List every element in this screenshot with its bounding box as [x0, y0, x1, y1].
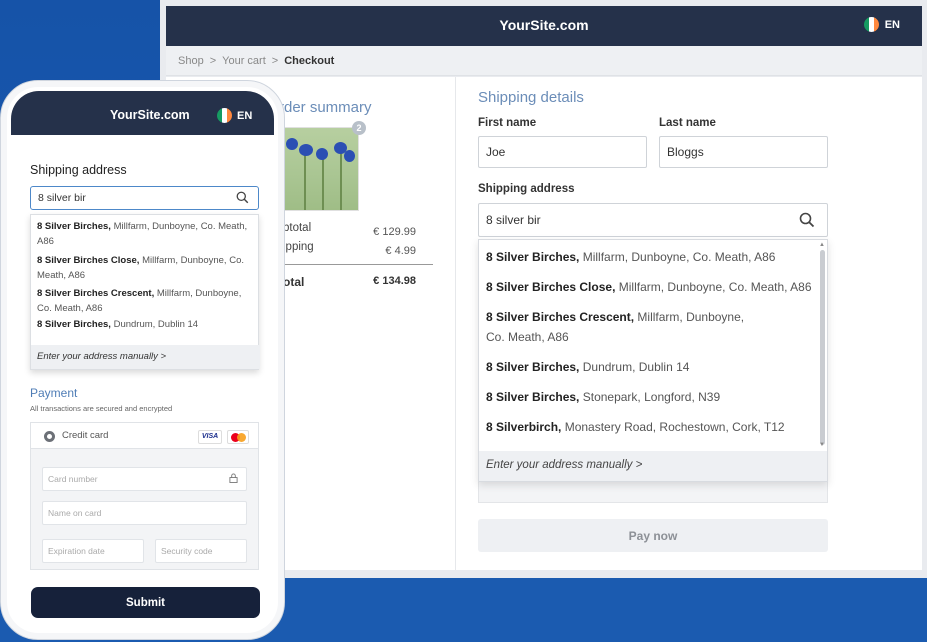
credit-card-panel: Credit card VISA Card number Name on car… [30, 422, 259, 570]
suggestion-item[interactable]: 8 Silver Birches Crescent, Millfarm, Dun… [486, 307, 744, 347]
site-title: YourSite.com [110, 108, 190, 122]
payment-note: All transactions are secured and encrypt… [30, 404, 173, 413]
address-suggestions-dropdown: 8 Silver Birches, Millfarm, Dunboyne, Co… [30, 214, 260, 370]
suggestion-item[interactable]: 8 Silver Birches Crescent, Millfarm, Dun… [37, 286, 257, 316]
language-selector[interactable]: EN [863, 17, 900, 32]
breadcrumb-checkout: Checkout [284, 54, 335, 67]
desktop-header: YourSite.com EN [166, 6, 922, 46]
chevron-right-icon: > [271, 54, 279, 67]
language-label: EN [237, 109, 253, 122]
breadcrumb-cart[interactable]: Your cart [222, 55, 266, 67]
subtotal-label: btotal [283, 222, 312, 234]
search-icon[interactable] [799, 212, 815, 228]
ireland-flag-icon [217, 108, 232, 123]
address-search-input[interactable]: 8 silver bir [30, 186, 259, 210]
suggestion-item[interactable]: 8 Silver Birches, Dundrum, Dublin 14 [486, 357, 689, 377]
suggestion-item[interactable]: 8 Silver Birches, Millfarm, Dunboyne, Co… [486, 247, 775, 267]
address-suggestions-dropdown: 8 Silver Birches, Millfarm, Dunboyne, Co… [478, 239, 828, 482]
scroll-up-icon[interactable]: ▲ [819, 242, 825, 248]
scrollbar[interactable] [820, 250, 825, 445]
lock-icon [229, 473, 238, 483]
enter-address-manually-link[interactable]: Enter your address manually > [31, 345, 260, 369]
card-number-field[interactable]: Card number [42, 467, 247, 491]
language-label: EN [884, 18, 900, 31]
first-name-label: First name [478, 117, 537, 129]
name-on-card-field[interactable]: Name on card [42, 501, 247, 525]
shipping-details-title: Shipping details [478, 89, 584, 106]
phone-frame: YourSite.com EN Shipping address 8 silve… [0, 80, 285, 640]
ireland-flag-icon [863, 17, 879, 32]
shipping-value: € 4.99 [385, 245, 416, 257]
last-name-field[interactable]: Bloggs [659, 136, 828, 168]
subtotal-value: € 129.99 [373, 226, 416, 238]
suggestion-item[interactable]: 8 Silver Birches, Millfarm, Dunboyne, Co… [37, 219, 257, 249]
suggestion-item[interactable]: 8 Silver Birches Close, Millfarm, Dunboy… [486, 277, 812, 297]
phone-header: YourSite.com EN [11, 91, 274, 135]
breadcrumb-shop[interactable]: Shop [178, 55, 204, 67]
first-name-field[interactable]: Joe [478, 136, 647, 168]
quantity-badge: 2 [352, 121, 366, 135]
total-value: € 134.98 [373, 275, 416, 287]
total-label: otal [283, 275, 305, 289]
order-summary-title: rder summary [279, 99, 372, 116]
last-name-label: Last name [659, 117, 716, 129]
payment-title: Payment [30, 386, 78, 400]
address-search-input[interactable]: 8 silver bir [478, 203, 828, 237]
visa-icon: VISA [198, 430, 222, 444]
shipping-address-label: Shipping address [478, 183, 575, 195]
pay-now-button[interactable]: Pay now [478, 519, 828, 552]
security-code-field[interactable]: Security code [155, 539, 247, 563]
site-title: YourSite.com [499, 17, 589, 33]
expiration-date-field[interactable]: Expiration date [42, 539, 144, 563]
scroll-down-icon[interactable]: ▼ [819, 442, 825, 448]
enter-address-manually-link[interactable]: Enter your address manually > [479, 451, 827, 481]
radio-icon[interactable] [44, 431, 55, 442]
search-icon[interactable] [236, 191, 249, 204]
credit-card-option[interactable]: Credit card VISA [31, 423, 258, 449]
shipping-address-label: Shipping address [30, 163, 127, 177]
chevron-right-icon: > [209, 54, 217, 67]
language-selector[interactable]: EN [217, 108, 252, 123]
phone-screen: YourSite.com EN Shipping address 8 silve… [11, 91, 274, 631]
mastercard-icon [227, 430, 249, 444]
credit-card-label: Credit card [62, 430, 109, 441]
suggestion-item[interactable]: 8 Silver Birches, Dundrum, Dublin 14 [37, 317, 257, 332]
suggestion-item[interactable]: 8 Silver Birches, Stonepark, Longford, N… [486, 387, 720, 407]
submit-button[interactable]: Submit [31, 587, 260, 618]
divider [283, 264, 433, 265]
suggestion-item[interactable]: 8 Silver Birches Close, Millfarm, Dunboy… [37, 253, 257, 283]
suggestion-item[interactable]: 8 Silverbirch, Monastery Road, Rochestow… [486, 417, 785, 437]
shipping-label: ipping [283, 241, 314, 253]
breadcrumb: Shop > Your cart > Checkout [166, 46, 922, 76]
product-image [283, 127, 359, 211]
